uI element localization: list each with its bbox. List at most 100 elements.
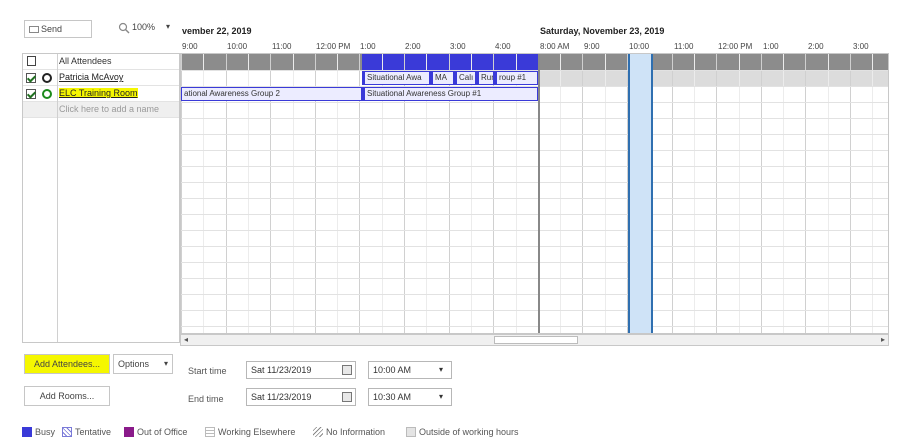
appointment-block[interactable]: Situational Awa: [362, 71, 430, 85]
chevron-down-icon: ▾: [438, 365, 443, 374]
appointment-block[interactable]: ational Awareness Group 2: [181, 87, 362, 101]
end-date-field[interactable]: Sat 11/23/2019: [246, 388, 356, 406]
calendar-icon[interactable]: [342, 392, 352, 402]
day1-header: vember 22, 2019: [182, 26, 252, 36]
scroll-left-icon[interactable]: ◂: [184, 335, 188, 344]
attendee-list: All Attendees Patricia McAvoy ELC Traini…: [22, 53, 180, 343]
grid-column-line: [560, 54, 561, 333]
time-header-label: 9:00: [182, 42, 198, 51]
appointment-block[interactable]: Calı: [454, 71, 476, 85]
attendee-checkbox[interactable]: [26, 89, 36, 99]
resource-room-icon[interactable]: [42, 89, 52, 99]
end-time-label: End time: [188, 394, 224, 404]
grid-row-line: [181, 150, 888, 151]
patricia-row-bg: [538, 70, 888, 86]
grid-row-line: [181, 102, 888, 103]
legend-out-of-office: Out of Office: [137, 427, 188, 437]
grid-column-line: [872, 54, 873, 333]
add-name-row[interactable]: Click here to add a name: [23, 102, 179, 118]
grid-column-line: [761, 54, 762, 333]
legend-outside-hours: Outside of working hours: [419, 427, 519, 437]
appointment-block[interactable]: Situational Awareness Group #1: [362, 87, 538, 101]
time-header-label: 1:00: [360, 42, 376, 51]
legend-busy: Busy: [35, 427, 56, 437]
send-icon: [29, 26, 39, 34]
grid-column-line: [694, 54, 695, 333]
time-header-label: 2:00: [405, 42, 421, 51]
appointment-block[interactable]: MA: [430, 71, 454, 85]
start-time-label: Start time: [188, 366, 227, 376]
meeting-selection[interactable]: [628, 54, 653, 333]
attendee-row[interactable]: ELC Training Room: [23, 86, 179, 102]
day2-header: Saturday, November 23, 2019: [540, 26, 665, 36]
options-button[interactable]: Options ▾: [113, 354, 173, 374]
busy-swatch: [22, 427, 32, 437]
appointment-block[interactable]: Run: [476, 71, 494, 85]
time-header-label: 12:00 PM: [718, 42, 753, 51]
add-rooms-button[interactable]: Add Rooms...: [24, 386, 110, 406]
working-elsewhere-swatch: [205, 427, 215, 437]
add-attendees-button[interactable]: Add Attendees...: [24, 354, 110, 374]
grid-row-line: [181, 214, 888, 215]
start-time-field[interactable]: 10:00 AM ▾: [368, 361, 452, 379]
grid-row-line: [181, 310, 888, 311]
outside-hours-swatch: [406, 427, 416, 437]
all-attendees-label: All Attendees: [59, 56, 112, 66]
time-header-label: 10:00: [227, 42, 248, 51]
attendee-name[interactable]: ELC Training Room: [59, 88, 138, 98]
zoom-value: 100%: [132, 22, 156, 32]
grid-row-line: [181, 198, 888, 199]
grid-row-line: [181, 182, 888, 183]
time-header-label: 9:00: [584, 42, 600, 51]
out-of-office-swatch: [124, 427, 134, 437]
add-name-placeholder[interactable]: Click here to add a name: [59, 104, 159, 114]
scrollbar-thumb[interactable]: [494, 336, 578, 344]
time-header-label: 3:00: [853, 42, 869, 51]
grid-column-line: [605, 54, 606, 333]
time-header-label: 11:00: [674, 42, 694, 51]
column-divider: [57, 54, 58, 342]
chevron-down-icon: ▾: [438, 392, 443, 401]
all-attendees-row: All Attendees: [23, 54, 179, 70]
send-button[interactable]: Send: [24, 20, 92, 38]
time-header-label: 11:00: [272, 42, 292, 51]
grid-column-line: [805, 54, 806, 333]
scroll-right-icon[interactable]: ▸: [881, 335, 885, 344]
grid-column-line: [716, 54, 717, 333]
grid-row-line: [181, 134, 888, 135]
zoom-search-icon[interactable]: [118, 22, 130, 34]
legend-no-information: No Information: [326, 427, 386, 437]
zoom-select[interactable]: 100% ▾: [132, 22, 176, 38]
grid-column-line: [850, 54, 851, 333]
start-date-field[interactable]: Sat 11/23/2019: [246, 361, 356, 379]
grid-row-line: [181, 326, 888, 327]
schedule-grid[interactable]: Situational Awa MA Calı Run roup #1 atio…: [180, 53, 889, 334]
grid-column-line: [582, 54, 583, 333]
tentative-swatch: [62, 427, 72, 437]
end-time-field[interactable]: 10:30 AM ▾: [368, 388, 452, 406]
horizontal-scrollbar[interactable]: ◂ ▸: [180, 334, 889, 346]
time-header-label: 8:00 AM: [540, 42, 570, 51]
chevron-down-icon: ▾: [166, 22, 171, 31]
calendar-icon[interactable]: [342, 365, 352, 375]
time-header-label: 1:00: [763, 42, 779, 51]
attendee-options-icon[interactable]: [27, 56, 36, 66]
day-divider: [538, 54, 540, 333]
grid-column-line: [739, 54, 740, 333]
chevron-down-icon: ▾: [163, 359, 168, 368]
grid-column-line: [783, 54, 784, 333]
grid-column-line: [828, 54, 829, 333]
legend-tentative: Tentative: [75, 427, 112, 437]
no-information-swatch: [313, 427, 323, 437]
attendee-checkbox[interactable]: [26, 73, 36, 83]
grid-row-line: [181, 118, 888, 119]
grid-column-line: [672, 54, 673, 333]
grid-row-line: [181, 262, 888, 263]
appointment-block[interactable]: roup #1: [494, 71, 538, 85]
attendee-name[interactable]: Patricia McAvoy: [59, 72, 123, 82]
attendee-row[interactable]: Patricia McAvoy: [23, 70, 179, 86]
time-header-label: 3:00: [450, 42, 466, 51]
required-attendee-icon[interactable]: [42, 73, 52, 83]
time-header-label: 2:00: [808, 42, 824, 51]
busy-header-block: [362, 54, 538, 70]
